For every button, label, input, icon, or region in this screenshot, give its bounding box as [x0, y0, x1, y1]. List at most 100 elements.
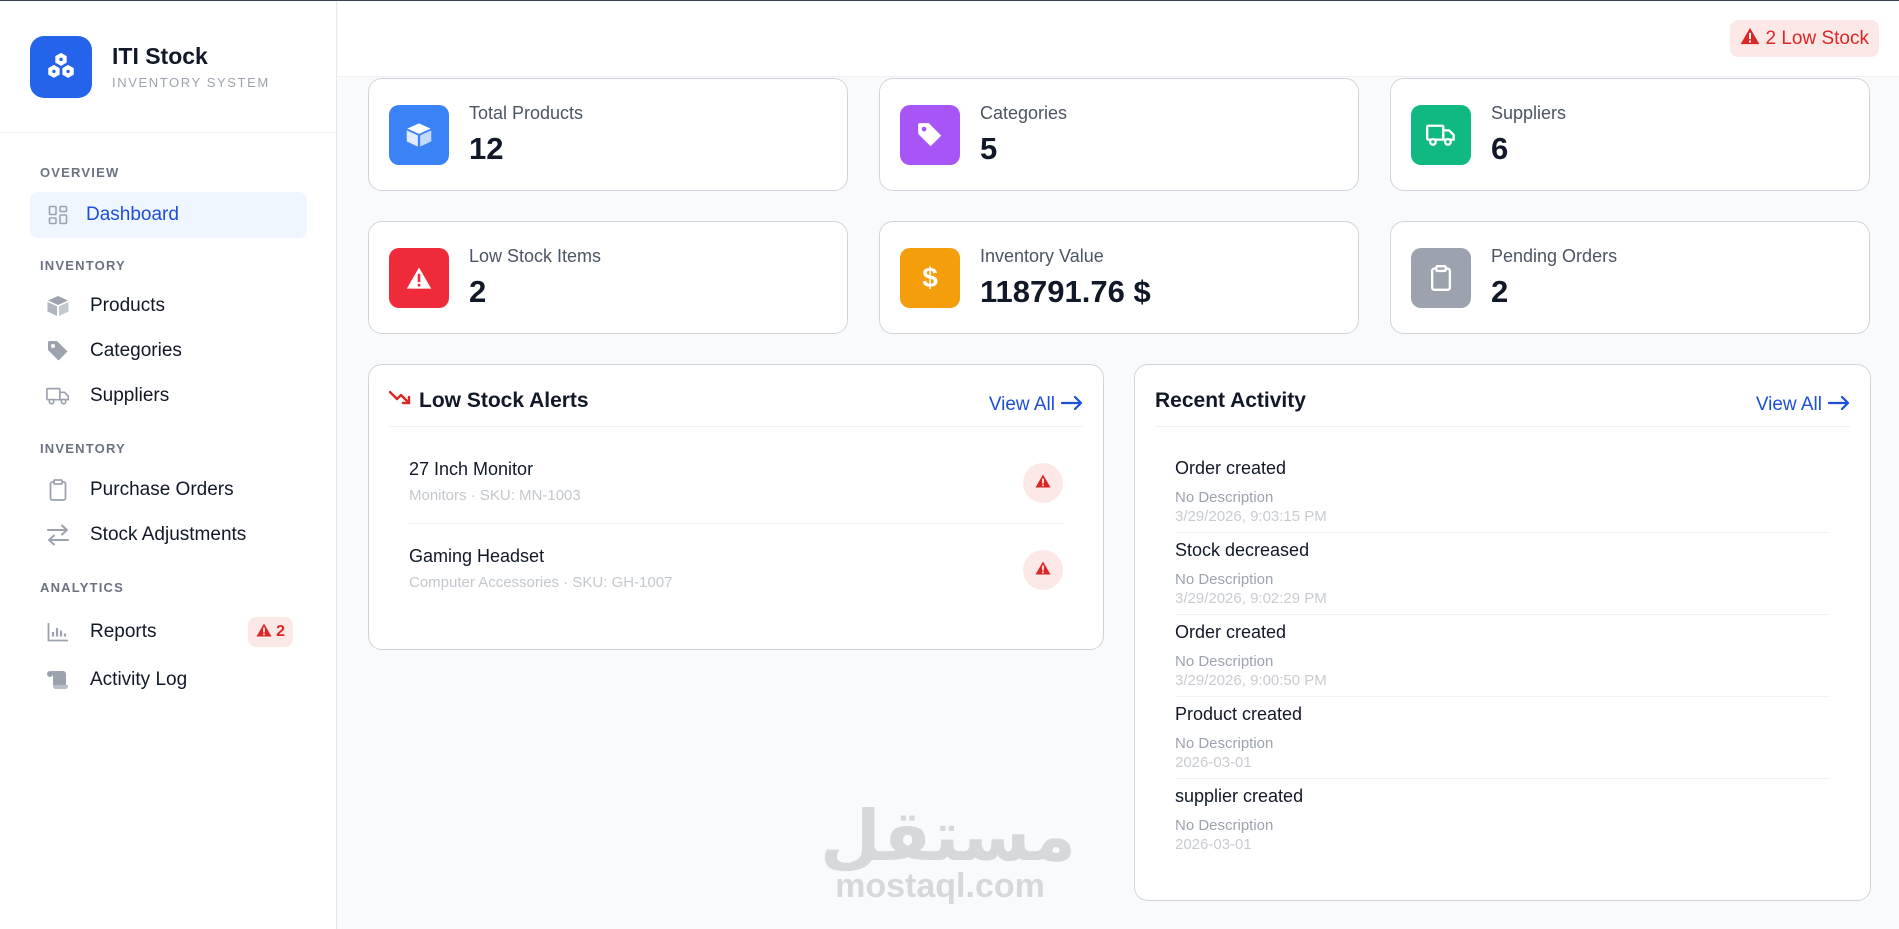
stat-label: Inventory Value	[980, 246, 1104, 266]
brand-logo-icon[interactable]	[30, 35, 92, 98]
trending-down-icon	[388, 389, 413, 413]
warning-icon	[256, 623, 272, 642]
alert-warning-button[interactable]	[1023, 463, 1063, 503]
low-stock-view-all-link[interactable]: View All	[989, 394, 1083, 416]
activity-time: 2026-03-01	[1175, 836, 1252, 853]
low-stock-badge-text: 2 Low Stock	[1765, 27, 1870, 49]
panel-header: Recent Activity View All	[1155, 365, 1850, 427]
sidebar-item-dashboard[interactable]: Dashboard	[30, 192, 307, 238]
section-label-overview: OVERVIEW	[40, 165, 120, 180]
sidebar-item-purchase-orders[interactable]: Purchase Orders	[30, 467, 307, 513]
list-item: supplier created No Description 2026-03-…	[1175, 786, 1830, 868]
sidebar-item-stock-adjustments[interactable]: Stock Adjustments	[30, 512, 307, 558]
brand: ITI Stock INVENTORY SYSTEM	[0, 1, 336, 133]
activity-time: 3/29/2026, 9:02:29 PM	[1175, 590, 1327, 607]
list-item[interactable]: Gaming Headset Computer Accessories · SK…	[409, 538, 1063, 610]
list-item: Stock decreased No Description 3/29/2026…	[1175, 540, 1830, 622]
low-stock-badge[interactable]: 2 Low Stock	[1729, 20, 1879, 57]
watermark-latin: mostaql.com	[835, 867, 1045, 905]
stat-card-pending-orders[interactable]: Pending Orders 2	[1390, 221, 1870, 334]
panel-title: Recent Activity	[1155, 389, 1306, 412]
activity-description: No Description	[1175, 817, 1274, 834]
activity-description: No Description	[1175, 571, 1274, 588]
stat-label: Suppliers	[1491, 103, 1567, 123]
activity-description: No Description	[1175, 489, 1274, 506]
low-stock-alerts-panel: Low Stock Alerts View All 27 Inch Monito…	[368, 364, 1104, 650]
sidebar-item-label: Activity Log	[90, 669, 188, 690]
stat-label: Low Stock Items	[469, 246, 602, 266]
section-label-analytics: ANALYTICS	[40, 580, 124, 595]
reports-badge-count: 2	[276, 623, 285, 640]
warning-icon	[389, 248, 449, 308]
sidebar-item-label: Stock Adjustments	[90, 524, 247, 545]
list-item[interactable]: 27 Inch Monitor Monitors · SKU: MN-1003	[409, 451, 1063, 523]
stat-card-categories[interactable]: Categories 5	[879, 78, 1359, 191]
watermark-logo: مستقل mostaql.com	[820, 795, 1077, 906]
tag-icon	[900, 105, 960, 165]
activity-view-all-link[interactable]: View All	[1756, 394, 1850, 416]
sidebar: ITI Stock INVENTORY SYSTEM OVERVIEW Dash…	[0, 1, 337, 929]
view-all-label: View All	[1755, 394, 1822, 415]
arrows-exchange-icon	[46, 523, 70, 547]
sidebar-item-label: Dashboard	[86, 204, 179, 225]
stat-card-suppliers[interactable]: Suppliers 6	[1390, 78, 1870, 191]
list-item: Order created No Description 3/29/2026, …	[1175, 458, 1830, 540]
brand-subtitle: INVENTORY SYSTEM	[112, 75, 270, 90]
stat-value: 2	[1491, 274, 1509, 309]
alert-product-name: Gaming Headset	[409, 546, 545, 566]
stat-value: 118791.76 $	[980, 274, 1151, 309]
sidebar-item-label: Purchase Orders	[90, 479, 234, 500]
stat-value: 2	[469, 274, 487, 309]
chart-bars-icon	[46, 620, 70, 644]
stat-label: Categories	[980, 103, 1068, 123]
dashboard-grid-icon	[46, 203, 70, 227]
view-all-label: View All	[988, 394, 1055, 415]
divider	[1175, 778, 1830, 779]
list-item: Product created No Description 2026-03-0…	[1175, 704, 1830, 786]
reports-alert-badge: 2	[248, 617, 293, 647]
divider	[1175, 696, 1830, 697]
sidebar-item-reports[interactable]: Reports 2	[30, 609, 307, 655]
activity-description: No Description	[1175, 653, 1274, 670]
stat-label: Pending Orders	[1491, 246, 1618, 266]
dollar-icon: $	[900, 248, 960, 308]
sidebar-item-activity-log[interactable]: Activity Log	[30, 657, 307, 703]
sidebar-item-label: Products	[90, 295, 165, 316]
activity-title: supplier created	[1175, 786, 1304, 806]
scroll-icon	[46, 668, 70, 692]
arrow-right-icon	[1060, 394, 1083, 416]
brand-title: ITI Stock	[112, 43, 208, 69]
sidebar-item-categories[interactable]: Categories	[30, 328, 307, 374]
clipboard-icon	[1411, 248, 1471, 308]
box-icon	[389, 105, 449, 165]
tag-icon	[46, 339, 70, 363]
activity-title: Order created	[1175, 622, 1287, 642]
activity-time: 2026-03-01	[1175, 754, 1252, 771]
warning-icon	[1740, 27, 1760, 51]
sidebar-item-label: Reports	[90, 621, 157, 642]
activity-time: 3/29/2026, 9:03:15 PM	[1175, 508, 1327, 525]
alert-product-meta: Monitors · SKU: MN-1003	[409, 487, 581, 504]
alert-warning-button[interactable]	[1023, 550, 1063, 590]
box-icon	[46, 294, 70, 318]
watermark-arabic: مستقل	[820, 795, 1077, 877]
stat-card-inventory-value[interactable]: $ Inventory Value 118791.76 $	[879, 221, 1359, 334]
stat-card-low-stock-items[interactable]: Low Stock Items 2	[368, 221, 848, 334]
arrow-right-icon	[1827, 394, 1850, 416]
activity-description: No Description	[1175, 735, 1274, 752]
sidebar-item-suppliers[interactable]: Suppliers	[30, 373, 307, 419]
panel-header: Low Stock Alerts View All	[388, 365, 1083, 427]
truck-icon	[1411, 105, 1471, 165]
divider	[1175, 614, 1830, 615]
sidebar-item-products[interactable]: Products	[30, 283, 307, 329]
divider	[409, 523, 1063, 524]
recent-activity-panel: Recent Activity View All Order created N…	[1134, 364, 1871, 901]
sidebar-item-label: Suppliers	[90, 385, 170, 406]
stat-card-total-products[interactable]: Total Products 12	[368, 78, 848, 191]
alert-product-meta: Computer Accessories · SKU: GH-1007	[409, 574, 673, 591]
stat-value: 5	[980, 131, 998, 166]
stat-label: Total Products	[469, 103, 584, 123]
stat-value: 6	[1491, 131, 1509, 166]
warning-icon	[1035, 474, 1051, 493]
truck-icon	[46, 384, 70, 408]
